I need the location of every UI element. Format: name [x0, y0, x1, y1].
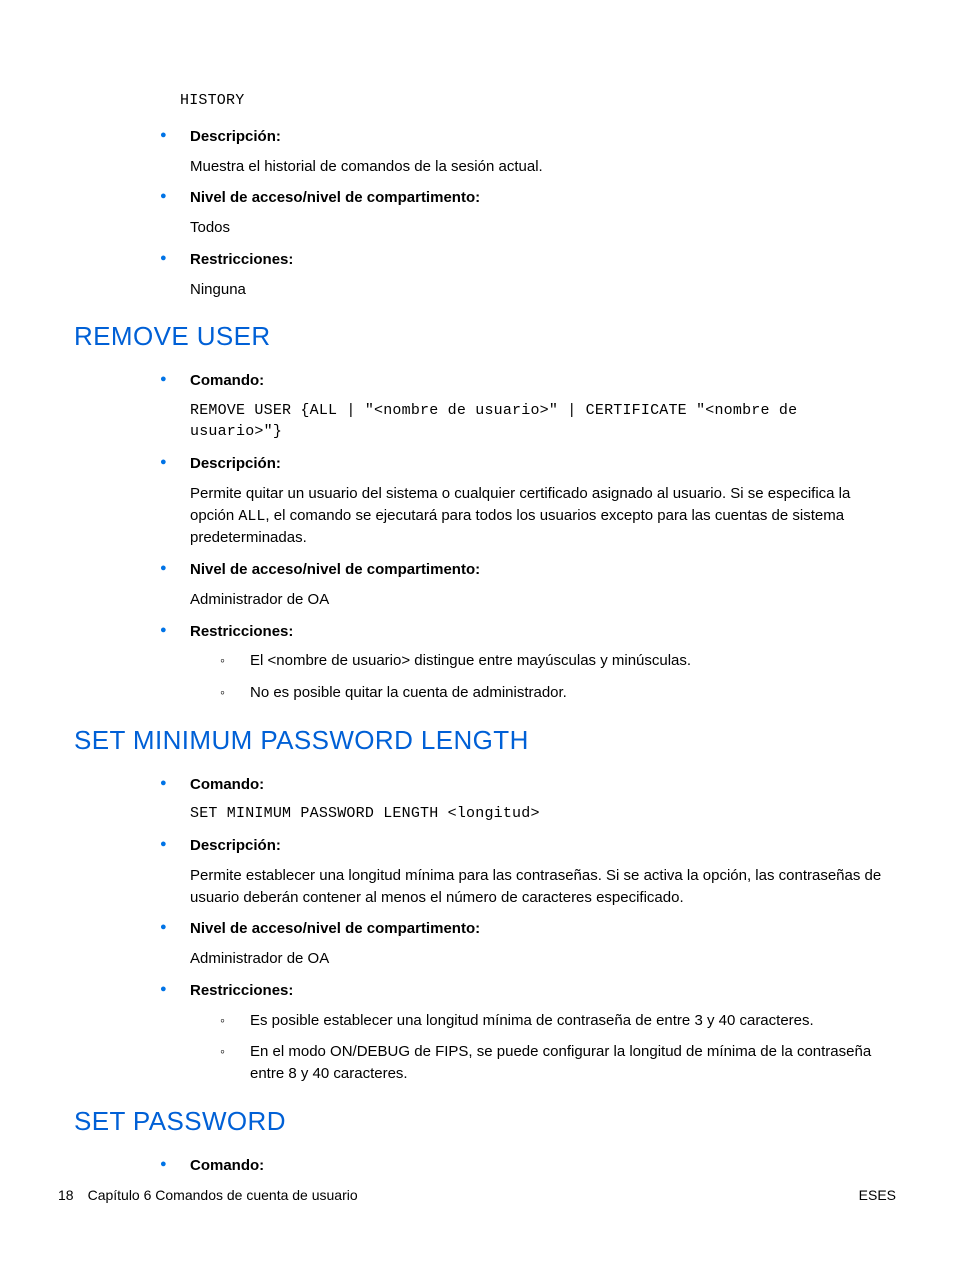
remove-user-heading: REMOVE USER	[74, 318, 894, 356]
set-min-pwd-nivel-item: Nivel de acceso/nivel de compartimento: …	[160, 918, 894, 970]
remove-user-list: Comando: REMOVE USER {ALL | "<nombre de …	[160, 370, 894, 704]
set-password-list: Comando:	[160, 1155, 894, 1177]
body-text: Administrador de OA	[190, 589, 894, 611]
page-footer: 18 Capítulo 6 Comandos de cuenta de usua…	[58, 1185, 896, 1205]
remove-user-restricciones-item: Restricciones: El <nombre de usuario> di…	[160, 621, 894, 704]
label: Restricciones:	[190, 980, 894, 1002]
label: Comando:	[190, 1155, 894, 1177]
history-nivel-item: Nivel de acceso/nivel de compartimento: …	[160, 187, 894, 239]
remove-user-nivel-item: Nivel de acceso/nivel de compartimento: …	[160, 559, 894, 611]
label: Descripción:	[190, 126, 894, 148]
body-text: Ninguna	[190, 279, 894, 301]
remove-user-comando-item: Comando: REMOVE USER {ALL | "<nombre de …	[160, 370, 894, 443]
label: Descripción:	[190, 835, 894, 857]
label: Restricciones:	[190, 621, 894, 643]
set-password-comando-item: Comando:	[160, 1155, 894, 1177]
sub-item: No es posible quitar la cuenta de admini…	[220, 682, 894, 704]
set-min-pwd-comando-item: Comando: SET MINIMUM PASSWORD LENGTH <lo…	[160, 774, 894, 826]
body-text: Permite establecer una longitud mínima p…	[190, 865, 894, 909]
body-part-2: , el comando se ejecutará para todos los…	[190, 507, 844, 547]
sub-list: El <nombre de usuario> distingue entre m…	[220, 650, 894, 704]
remove-user-descripcion-item: Descripción: Permite quitar un usuario d…	[160, 453, 894, 549]
label: Comando:	[190, 774, 894, 796]
set-min-pwd-list: Comando: SET MINIMUM PASSWORD LENGTH <lo…	[160, 774, 894, 1085]
page-number: 18	[58, 1185, 74, 1205]
sub-item: Es posible establecer una longitud mínim…	[220, 1010, 894, 1032]
history-list: Descripción: Muestra el historial de com…	[160, 126, 894, 301]
chapter-title: Capítulo 6 Comandos de cuenta de usuario	[88, 1185, 358, 1205]
footer-lang: ESES	[859, 1185, 896, 1205]
footer-left: 18 Capítulo 6 Comandos de cuenta de usua…	[58, 1185, 358, 1205]
history-code: HISTORY	[180, 90, 894, 112]
set-min-pwd-descripcion-item: Descripción: Permite establecer una long…	[160, 835, 894, 908]
sub-item: En el modo ON/DEBUG de FIPS, se puede co…	[220, 1041, 894, 1085]
history-descripcion-item: Descripción: Muestra el historial de com…	[160, 126, 894, 178]
document-page: HISTORY Descripción: Muestra el historia…	[60, 90, 894, 1186]
label: Descripción:	[190, 453, 894, 475]
label: Nivel de acceso/nivel de compartimento:	[190, 559, 894, 581]
code-block: REMOVE USER {ALL | "<nombre de usuario>"…	[190, 400, 894, 444]
body-text: Permite quitar un usuario del sistema o …	[190, 483, 894, 549]
label: Nivel de acceso/nivel de compartimento:	[190, 918, 894, 940]
set-password-heading: SET PASSWORD	[74, 1103, 894, 1141]
label: Restricciones:	[190, 249, 894, 271]
body-text: Todos	[190, 217, 894, 239]
label: Comando:	[190, 370, 894, 392]
sub-item: El <nombre de usuario> distingue entre m…	[220, 650, 894, 672]
inline-code-all: ALL	[238, 508, 265, 525]
history-restricciones-item: Restricciones: Ninguna	[160, 249, 894, 301]
body-text: Administrador de OA	[190, 948, 894, 970]
label: Nivel de acceso/nivel de compartimento:	[190, 187, 894, 209]
set-min-pwd-restricciones-item: Restricciones: Es posible establecer una…	[160, 980, 894, 1085]
sub-list: Es posible establecer una longitud mínim…	[220, 1010, 894, 1085]
body-text: Muestra el historial de comandos de la s…	[190, 156, 894, 178]
code-block: SET MINIMUM PASSWORD LENGTH <longitud>	[190, 803, 894, 825]
set-min-pwd-heading: SET MINIMUM PASSWORD LENGTH	[74, 722, 894, 760]
